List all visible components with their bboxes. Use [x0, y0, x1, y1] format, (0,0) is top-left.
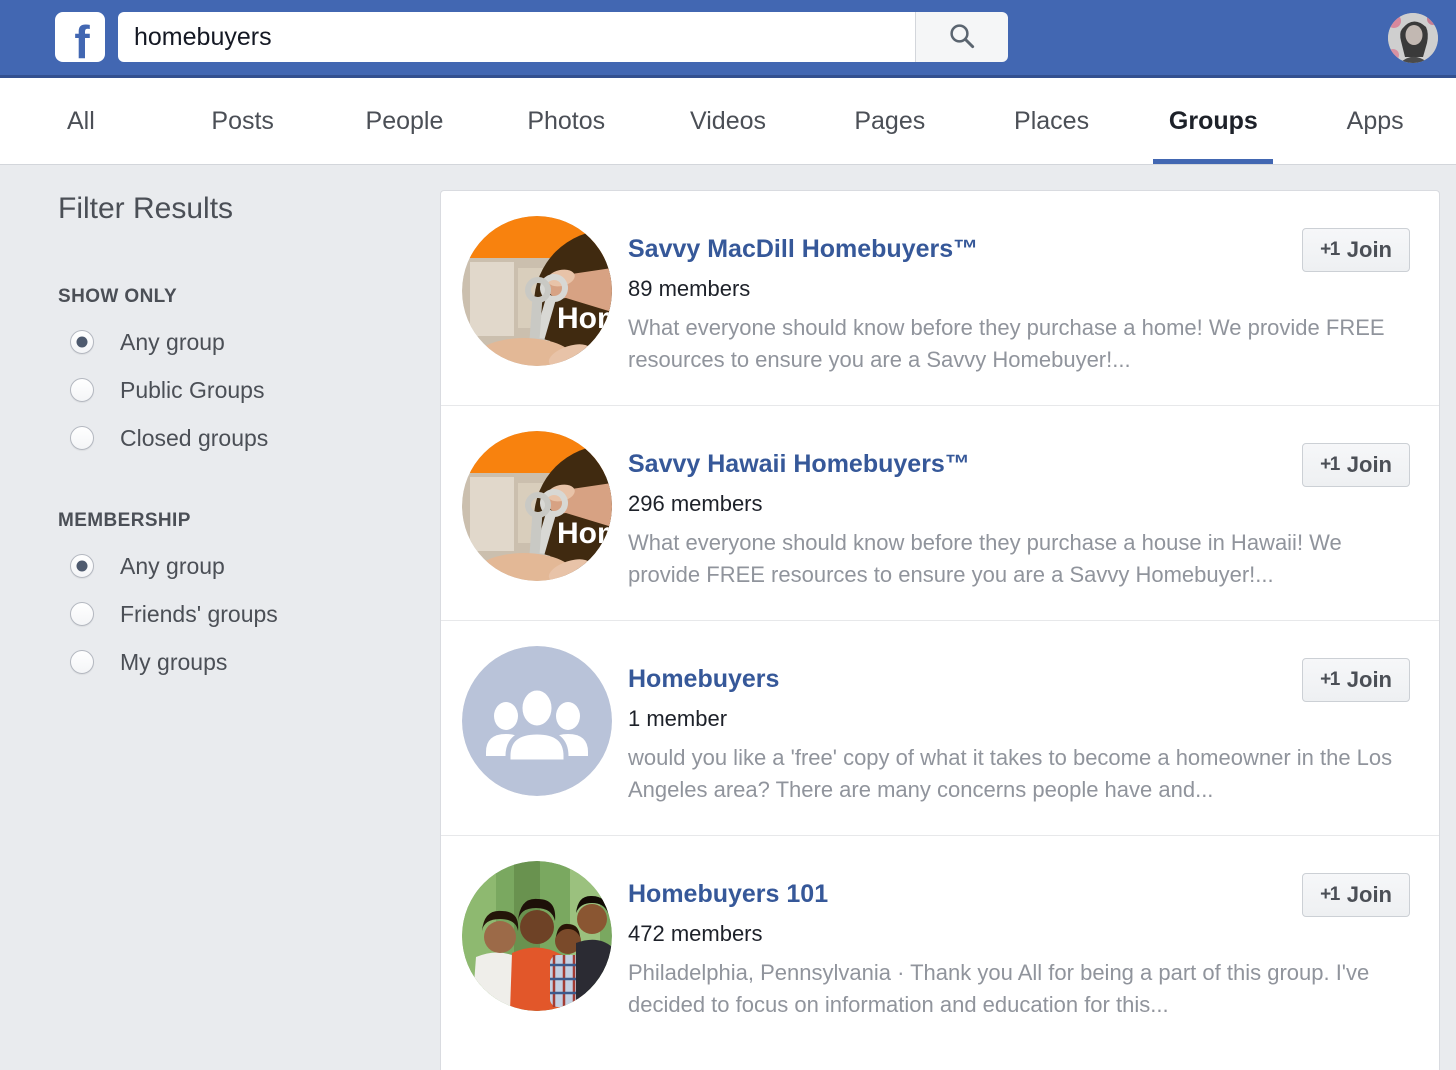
group-avatar-family-photo[interactable]: [462, 861, 612, 1011]
tab-photos[interactable]: Photos: [485, 78, 647, 164]
group-results-list: Sav Hom: [440, 190, 1440, 1070]
filter-results-title: Filter Results: [58, 192, 234, 225]
join-button[interactable]: +1 Join: [1302, 443, 1410, 487]
join-button[interactable]: +1 Join: [1302, 873, 1410, 917]
filter-option-my-groups[interactable]: My groups: [58, 638, 408, 686]
group-avatar-default-icon[interactable]: [462, 646, 612, 796]
group-result-row: Homebuyers 1 member would you like a 'fr…: [441, 621, 1439, 836]
radio-button[interactable]: [70, 330, 94, 354]
filter-option-label: My groups: [120, 648, 228, 675]
tab-groups[interactable]: Groups: [1132, 78, 1294, 164]
join-button-label: Join: [1346, 452, 1392, 477]
tab-videos[interactable]: Videos: [647, 78, 809, 164]
search-input[interactable]: [118, 12, 915, 62]
group-avatar-keys-photo[interactable]: Sav Hom: [462, 216, 612, 366]
tab-all[interactable]: All: [0, 78, 162, 164]
profile-avatar-image: [1388, 13, 1438, 63]
group-member-count: 1 member: [628, 706, 728, 731]
person-add-icon: +1: [1320, 239, 1340, 260]
profile-avatar[interactable]: [1388, 13, 1438, 63]
join-button[interactable]: +1 Join: [1302, 228, 1410, 272]
person-add-icon: +1: [1320, 454, 1340, 475]
facebook-logo-letter: f: [74, 16, 90, 62]
tab-pages[interactable]: Pages: [809, 78, 971, 164]
group-title-link[interactable]: Savvy MacDill Homebuyers™: [628, 235, 978, 264]
radio-button[interactable]: [70, 426, 94, 450]
radio-button[interactable]: [70, 554, 94, 578]
magnifier-icon: [947, 21, 977, 54]
search-result-tabs: All Posts People Photos Videos Pages Pla…: [0, 78, 1456, 165]
filter-option-closed-groups[interactable]: Closed groups: [58, 414, 408, 462]
group-member-count: 89 members: [628, 276, 751, 301]
filter-option-label: Any group: [120, 552, 225, 579]
radio-button[interactable]: [70, 378, 94, 402]
tab-people[interactable]: People: [324, 78, 486, 164]
group-title-link[interactable]: Homebuyers 101: [628, 880, 828, 909]
group-result-row: Sav Hom: [441, 406, 1439, 621]
radio-button[interactable]: [70, 602, 94, 626]
group-result-row: Sav Hom: [441, 191, 1439, 406]
filter-option-label: Public Groups: [120, 376, 265, 403]
tab-apps[interactable]: Apps: [1294, 78, 1456, 164]
radio-button[interactable]: [70, 650, 94, 674]
join-button[interactable]: +1 Join: [1302, 658, 1410, 702]
search-bar: [118, 12, 1008, 62]
group-description: would you like a 'free' copy of what it …: [628, 745, 1393, 802]
filter-option-label: Closed groups: [120, 424, 269, 451]
group-avatar-keys-photo[interactable]: Sav Hom: [462, 431, 612, 581]
top-navigation-bar: f: [0, 0, 1456, 78]
tab-posts[interactable]: Posts: [162, 78, 324, 164]
group-member-count: 472 members: [628, 921, 763, 946]
group-description: What everyone should know before they pu…: [628, 315, 1385, 372]
facebook-logo[interactable]: f: [55, 12, 105, 62]
search-button[interactable]: [915, 12, 1008, 62]
filter-sidebar: Filter Results SHOW ONLY Any group Publi…: [58, 192, 408, 686]
join-button-label: Join: [1346, 237, 1392, 262]
join-button-label: Join: [1346, 667, 1392, 692]
person-add-icon: +1: [1320, 669, 1340, 690]
group-title-link[interactable]: Homebuyers: [628, 665, 779, 694]
group-member-count: 296 members: [628, 491, 763, 516]
filter-option-label: Any group: [120, 328, 225, 355]
group-title-link[interactable]: Savvy Hawaii Homebuyers™: [628, 450, 970, 479]
filter-option-label: Friends' groups: [120, 600, 278, 627]
membership-heading: MEMBERSHIP: [58, 510, 191, 531]
filter-option-any-group[interactable]: Any group: [58, 318, 408, 366]
join-button-label: Join: [1346, 882, 1392, 907]
group-description: Philadelphia, Pennsylvania · Thank you A…: [628, 960, 1370, 1017]
filter-option-friends-groups[interactable]: Friends' groups: [58, 590, 408, 638]
filter-option-public-groups[interactable]: Public Groups: [58, 366, 408, 414]
person-add-icon: +1: [1320, 884, 1340, 905]
group-description: What everyone should know before they pu…: [628, 530, 1342, 587]
filter-option-any-group-membership[interactable]: Any group: [58, 542, 408, 590]
tab-places[interactable]: Places: [971, 78, 1133, 164]
group-result-row: Homebuyers 101 472 members Philadelphia,…: [441, 836, 1439, 1066]
show-only-heading: SHOW ONLY: [58, 286, 178, 307]
